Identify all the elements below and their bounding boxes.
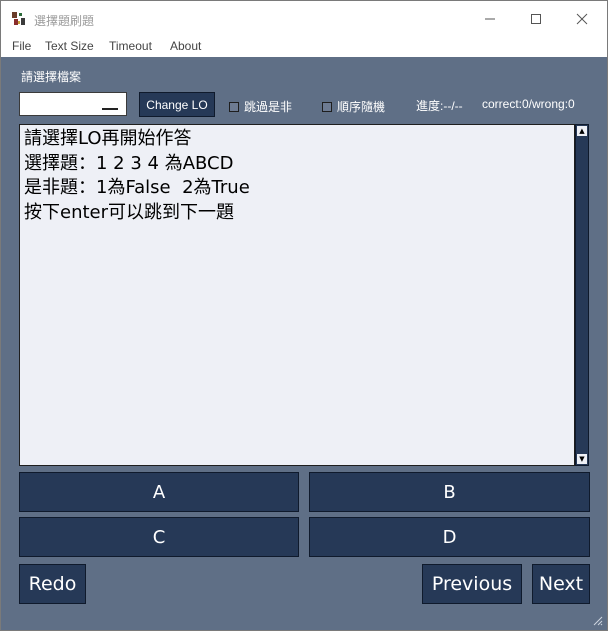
menu-timeout[interactable]: Timeout xyxy=(109,39,152,53)
minimize-icon xyxy=(485,18,495,20)
answer-b-button[interactable]: B xyxy=(309,472,590,512)
resize-grip-icon[interactable] xyxy=(591,614,603,626)
file-select-dropdown[interactable] xyxy=(19,92,127,116)
app-window: 選擇題刷題 File Text Size Timeout About 請選擇檔案… xyxy=(0,0,608,631)
scroll-down-icon[interactable]: ▼ xyxy=(577,454,587,464)
title-bar: 選擇題刷題 xyxy=(1,1,607,37)
skip-true-false-label: 跳過是非 xyxy=(244,100,293,114)
menu-file[interactable]: File xyxy=(12,39,31,53)
skip-true-false-option[interactable]: 跳過是非 xyxy=(229,98,292,115)
progress-text: 進度:--/-- xyxy=(416,99,463,113)
question-text-area[interactable]: 請選擇LO再開始作答 選擇題：1 2 3 4 為ABCD 是非題：1為False… xyxy=(19,124,575,466)
score-text: correct:0/wrong:0 xyxy=(482,97,575,111)
close-button[interactable] xyxy=(559,1,605,37)
minimize-button[interactable] xyxy=(467,1,513,37)
text-line: 請選擇LO再開始作答 xyxy=(24,128,192,149)
window-title: 選擇題刷題 xyxy=(34,14,95,28)
maximize-button[interactable] xyxy=(513,1,559,37)
answer-c-button[interactable]: C xyxy=(19,517,299,557)
next-button[interactable]: Next xyxy=(532,564,590,604)
shuffle-order-option[interactable]: 順序隨機 xyxy=(322,98,385,115)
app-icon xyxy=(12,12,25,25)
text-line: 選擇題：1 2 3 4 為ABCD xyxy=(24,152,234,174)
answer-a-button[interactable]: A xyxy=(19,472,299,512)
answer-d-button[interactable]: D xyxy=(309,517,590,557)
text-line: 按下enter可以跳到下一題 xyxy=(24,201,235,223)
text-line: 是非題：1為False 2為True xyxy=(24,177,250,198)
maximize-icon xyxy=(531,14,541,24)
menu-text-size[interactable]: Text Size xyxy=(45,39,94,53)
text-scrollbar[interactable]: ▲ ▼ xyxy=(575,124,589,466)
shuffle-order-checkbox[interactable] xyxy=(322,101,332,112)
previous-button[interactable]: Previous xyxy=(422,564,522,604)
shuffle-order-label: 順序隨機 xyxy=(337,100,386,114)
file-prompt-label: 請選擇檔案 xyxy=(21,70,82,84)
change-lo-button[interactable]: Change LO xyxy=(139,92,215,117)
main-panel: 請選擇檔案 Change LO 跳過是非 順序隨機 進度:--/-- corre… xyxy=(1,57,607,630)
redo-button[interactable]: Redo xyxy=(19,564,86,604)
dropdown-indicator-icon xyxy=(102,105,118,110)
scroll-up-icon[interactable]: ▲ xyxy=(577,126,587,136)
skip-true-false-checkbox[interactable] xyxy=(229,101,239,112)
menu-about[interactable]: About xyxy=(170,39,201,53)
close-icon xyxy=(576,13,588,25)
menu-bar: File Text Size Timeout About xyxy=(1,37,607,57)
